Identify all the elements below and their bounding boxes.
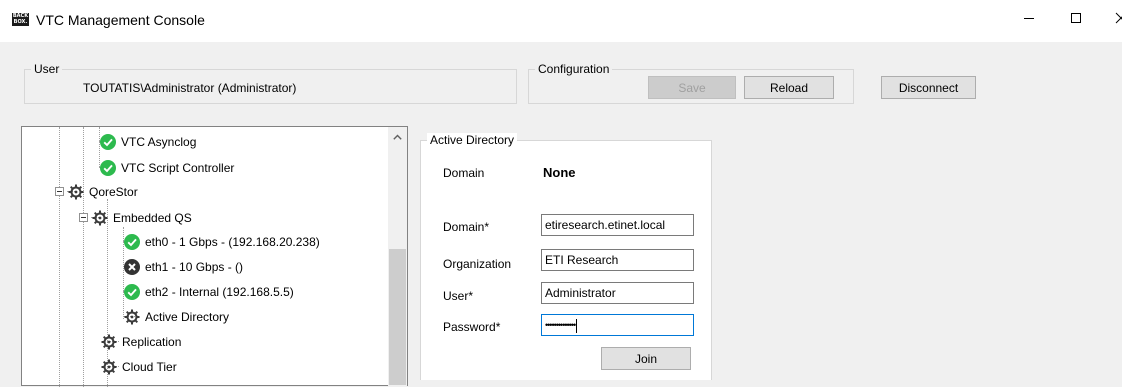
- minimize-icon: [1024, 18, 1034, 19]
- user-group: User TOUTATIS\Administrator (Administrat…: [24, 62, 517, 104]
- close-icon: [1115, 12, 1122, 24]
- join-button[interactable]: Join: [601, 347, 691, 370]
- gear-icon: [101, 359, 117, 375]
- maximize-button[interactable]: [1053, 0, 1099, 36]
- active-directory-legend: Active Directory: [427, 133, 518, 147]
- check-circle-icon: [124, 234, 140, 250]
- organization-field[interactable]: ETI Research: [541, 249, 694, 271]
- scroll-up-button[interactable]: [388, 127, 407, 146]
- gear-icon: [124, 309, 140, 325]
- tree-node-vtc-asynclog[interactable]: VTC Asynclog: [100, 133, 196, 151]
- tree-node-label: QoreStor: [89, 185, 138, 199]
- maximize-icon: [1071, 13, 1081, 23]
- domain-status-label: Domain: [443, 166, 485, 180]
- check-circle-icon: [124, 284, 140, 300]
- configuration-group-legend: Configuration: [535, 62, 613, 76]
- user-field-label: User*: [443, 289, 474, 303]
- tree-node-eth2[interactable]: eth2 - Internal (192.168.5.5): [124, 283, 294, 301]
- tree-node-label: Active Directory: [145, 310, 230, 324]
- tree-view[interactable]: VTC Asynclog VTC Script Controller QoreS…: [21, 126, 408, 387]
- app-logo: BACK BOX.: [12, 13, 29, 26]
- password-field-label: Password*: [443, 320, 501, 334]
- domain-field[interactable]: etiresearch.etinet.local: [541, 214, 694, 236]
- tree-node-embedded-qs[interactable]: Embedded QS: [92, 209, 192, 227]
- chevron-up-icon: [393, 134, 402, 140]
- tree-node-label: Cloud Tier: [122, 360, 177, 374]
- password-mask: ••••••••••••••: [545, 320, 576, 330]
- tree-node-label: Embedded QS: [113, 211, 192, 225]
- tree-node-label: VTC Asynclog: [121, 135, 197, 149]
- check-circle-icon: [100, 160, 116, 176]
- check-circle-icon: [100, 134, 116, 150]
- qorestor-collapse-toggle[interactable]: [55, 187, 64, 196]
- tree-node-eth1[interactable]: eth1 - 10 Gbps - (): [124, 258, 243, 276]
- tree-node-replication[interactable]: Replication: [101, 333, 181, 351]
- tree-scrollbar[interactable]: [388, 127, 407, 387]
- disconnect-button[interactable]: Disconnect: [881, 76, 976, 99]
- scroll-thumb[interactable]: [389, 249, 406, 385]
- tree-node-active-directory[interactable]: Active Directory: [124, 308, 229, 326]
- user-field[interactable]: Administrator: [541, 282, 694, 304]
- tree-node-label: VTC Script Controller: [121, 161, 235, 175]
- tree-node-eth0[interactable]: eth0 - 1 Gbps - (192.168.20.238): [124, 233, 320, 251]
- password-field[interactable]: ••••••••••••••: [541, 314, 694, 336]
- gear-icon: [101, 334, 117, 350]
- tree-line: [59, 127, 60, 387]
- tree-content: VTC Asynclog VTC Script Controller QoreS…: [22, 127, 389, 387]
- tree-node-vtc-script-controller[interactable]: VTC Script Controller: [100, 159, 234, 177]
- minimize-button[interactable]: [1006, 0, 1052, 36]
- tree-node-qorestor[interactable]: QoreStor: [68, 183, 138, 201]
- tree-node-label: eth0 - 1 Gbps - (192.168.20.238): [145, 235, 320, 249]
- embedded-qs-collapse-toggle[interactable]: [79, 213, 88, 222]
- active-directory-panel: Active Directory Domain None Domain* eti…: [420, 133, 712, 380]
- tree-node-label: Replication: [122, 335, 182, 349]
- tree-node-label: eth2 - Internal (192.168.5.5): [145, 285, 294, 299]
- domain-field-label: Domain*: [443, 220, 490, 234]
- tree-node-cloud-tier[interactable]: Cloud Tier: [101, 358, 177, 376]
- close-button[interactable]: [1098, 0, 1122, 36]
- reload-button[interactable]: Reload: [744, 76, 834, 99]
- gear-icon: [68, 184, 84, 200]
- tree-node-label: eth1 - 10 Gbps - (): [145, 260, 244, 274]
- current-user: TOUTATIS\Administrator (Administrator): [83, 81, 297, 95]
- window-title: VTC Management Console: [36, 12, 205, 28]
- tree-line: [83, 127, 84, 387]
- save-button[interactable]: Save: [648, 76, 736, 99]
- organization-field-label: Organization: [443, 257, 512, 271]
- title-bar: BACK BOX. VTC Management Console: [0, 0, 1122, 42]
- user-group-legend: User: [31, 62, 63, 76]
- domain-status-value: None: [543, 165, 576, 180]
- text-caret: [576, 318, 578, 333]
- gear-icon: [92, 210, 108, 226]
- error-circle-icon: [124, 259, 140, 275]
